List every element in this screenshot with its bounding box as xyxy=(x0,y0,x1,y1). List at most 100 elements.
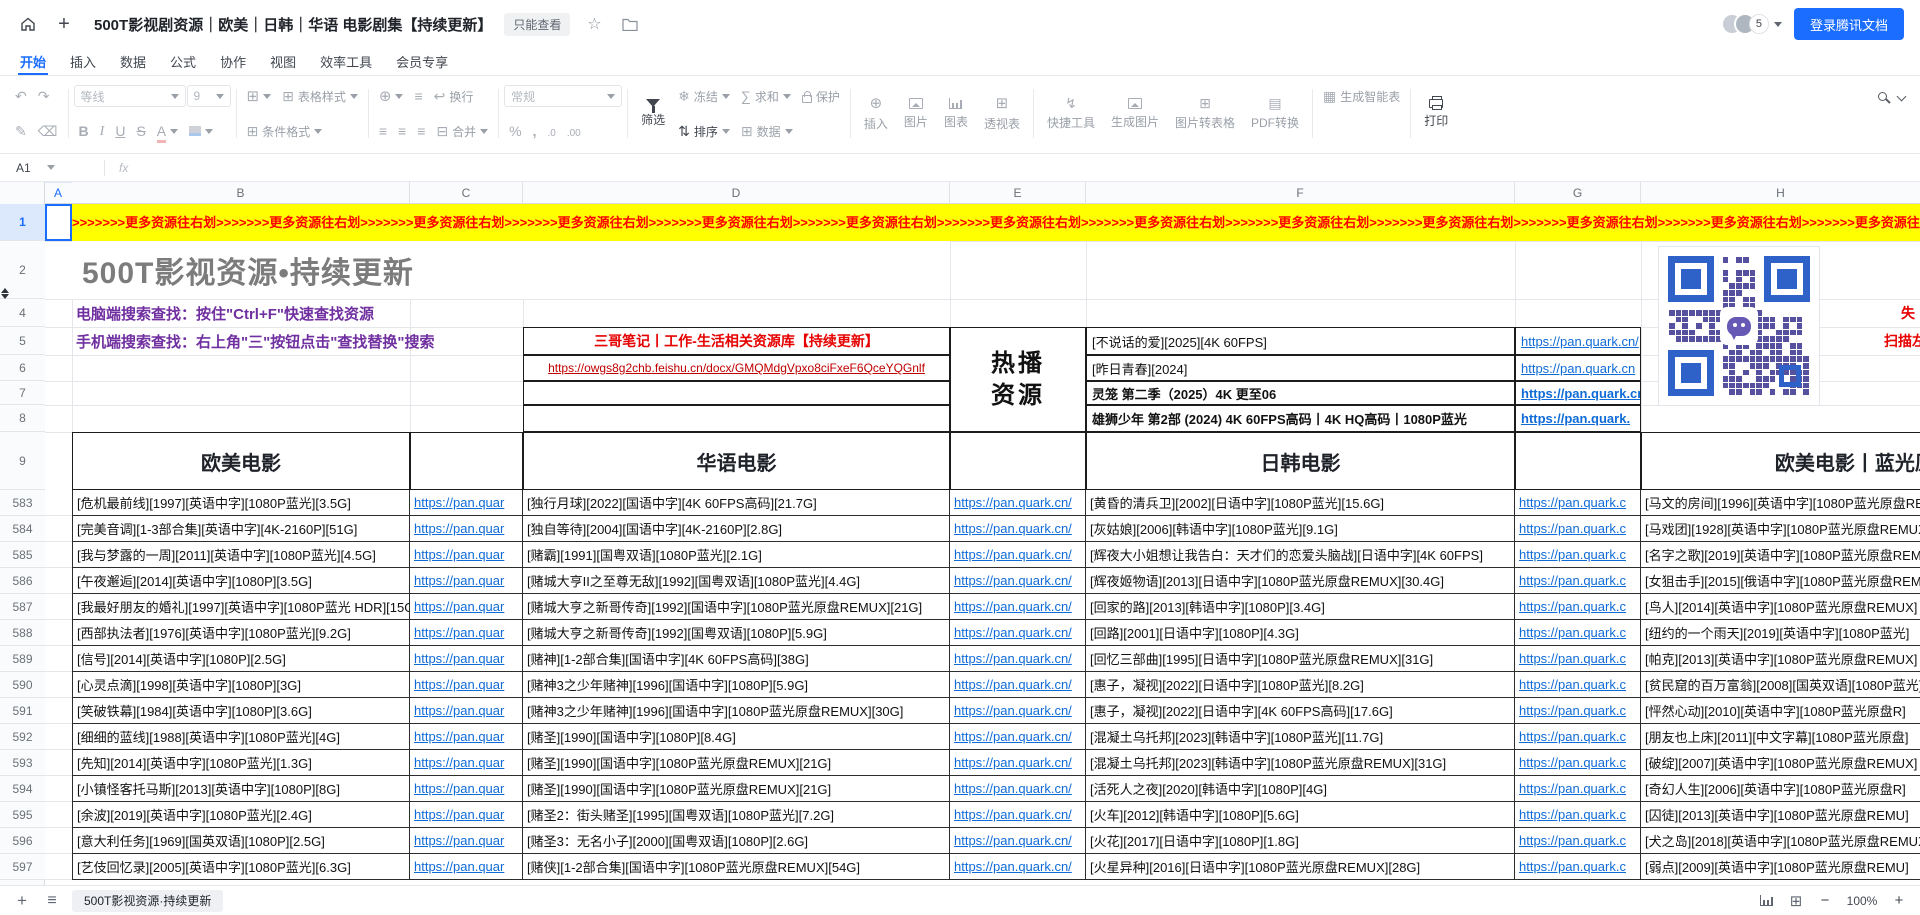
redo-icon[interactable] xyxy=(33,84,55,108)
borders-icon[interactable] xyxy=(242,84,277,108)
movie-title-cell[interactable]: [辉夜大小姐想让我告白：天才们的恋爱头脑战][日语中字][4K 60FPS] xyxy=(1086,542,1515,568)
movie-title-cell[interactable]: [奇幻人生][2006][英语中字][1080P蓝光原盘R] xyxy=(1641,776,1920,802)
empty-cell[interactable] xyxy=(410,432,523,490)
star-icon[interactable] xyxy=(582,12,606,36)
font-family-select[interactable]: 等线 xyxy=(74,85,186,107)
pan-link[interactable]: https://pan.quark.c xyxy=(1515,542,1641,568)
movie-title-cell[interactable]: [回路][2001][日语中字][1080P][4.3G] xyxy=(1086,620,1515,646)
movie-title-cell[interactable]: [赌城大亨之新哥传奇][1992][国语中字][1080P蓝光原盘REMUX][… xyxy=(523,594,950,620)
empty-cell[interactable] xyxy=(45,854,72,880)
row-number[interactable]: 586 xyxy=(0,568,45,594)
movie-title-cell[interactable]: [混凝土乌托邦][2023][韩语中字][1080P蓝光原盘REMUX][31G… xyxy=(1086,750,1515,776)
row-number[interactable]: 7 xyxy=(0,381,45,405)
empty-cell[interactable] xyxy=(45,724,72,750)
pan-link[interactable]: https://pan.quark.cn xyxy=(1515,381,1641,405)
movie-title-cell[interactable]: [笑破铁幕][1984][英语中字][1080P][3.6G] xyxy=(72,698,410,724)
empty-cell[interactable] xyxy=(45,516,72,542)
pan-link[interactable]: https://pan.quar xyxy=(410,646,523,672)
movie-title-cell[interactable]: [赌神][1-2部合集][国语中字][4K 60FPS高码][38G] xyxy=(523,646,950,672)
movie-title-cell[interactable]: [完美音调][1-3部合集][英语中字][4K-2160P][51G] xyxy=(72,516,410,542)
row-number[interactable]: 5 xyxy=(0,327,45,355)
empty-cell[interactable] xyxy=(45,620,72,646)
pan-link[interactable]: https://pan.quark.cn/ xyxy=(950,854,1086,880)
selected-cell-a1[interactable] xyxy=(45,204,72,241)
movie-title-cell[interactable]: [意大利任务][1969][国英双语][1080P][2.5G] xyxy=(72,828,410,854)
strikethrough-icon[interactable] xyxy=(131,119,150,143)
menu-insert[interactable]: 插入 xyxy=(58,48,108,75)
movie-title-cell[interactable]: [小镇怪客托马斯][2013][英语中字][1080P][8G] xyxy=(72,776,410,802)
align-right-icon[interactable] xyxy=(412,119,430,143)
pan-link[interactable]: https://pan.quark.c xyxy=(1515,776,1641,802)
movie-title-cell[interactable]: [灰姑娘][2006][韩语中字][1080P蓝光][9.1G] xyxy=(1086,516,1515,542)
pan-link[interactable]: https://pan.quark.cn/ xyxy=(950,724,1086,750)
cell-reference-box[interactable]: A1 xyxy=(0,154,104,181)
row-number[interactable]: 597 xyxy=(0,854,45,880)
row-number[interactable]: 595 xyxy=(0,802,45,828)
row-number[interactable]: 8 xyxy=(0,405,45,432)
movie-title-cell[interactable]: [赌圣3：无名小子][2000][国粤双语][1080P][2.6G] xyxy=(523,828,950,854)
empty-cell[interactable] xyxy=(1515,432,1641,490)
table-style-button[interactable]: 表格样式 xyxy=(277,84,363,108)
row-number[interactable]: 9 xyxy=(0,432,45,490)
pan-link[interactable]: https://pan.quark.c xyxy=(1515,594,1641,620)
pan-link[interactable]: https://pan.quark.c xyxy=(1515,620,1641,646)
movie-title-cell[interactable]: [黄昏的清兵卫][2002][日语中字][1080P蓝光][15.6G] xyxy=(1086,490,1515,516)
empty-cell[interactable] xyxy=(950,432,1086,490)
pan-link[interactable]: https://pan.quark.cn/ xyxy=(950,750,1086,776)
align-left-icon[interactable] xyxy=(374,119,392,143)
column-header-A[interactable]: A xyxy=(45,182,72,183)
pan-link[interactable]: https://pan.quar xyxy=(410,750,523,776)
movie-title-cell[interactable]: [我与梦露的一周][2011][英语中字][1080P蓝光][4.5G] xyxy=(72,542,410,568)
movie-title-cell[interactable]: [赌侠][1-2部合集][国语中字][1080P蓝光原盘REMUX][54G] xyxy=(523,854,950,880)
menu-view[interactable]: 视图 xyxy=(258,48,308,75)
column-header-B[interactable]: B xyxy=(72,182,410,204)
sheet-title-cell[interactable]: 500T影视资源•持续更新 xyxy=(72,241,950,299)
decrease-decimal-icon[interactable] xyxy=(542,119,560,143)
pan-link[interactable]: https://pan.quark.cn xyxy=(1515,355,1641,381)
pan-link[interactable]: https://pan.quark.cn/ xyxy=(950,828,1086,854)
column-header-D[interactable]: D xyxy=(523,182,950,204)
home-icon[interactable] xyxy=(16,12,40,36)
collapse-toolbar-icon[interactable] xyxy=(1893,84,1910,108)
menu-tools[interactable]: 效率工具 xyxy=(308,48,384,75)
movie-title-cell[interactable]: [纽约的一个雨天][2019][英语中字][1080P蓝光] xyxy=(1641,620,1920,646)
pan-link[interactable]: https://pan.quark.c xyxy=(1515,724,1641,750)
widgets-icon[interactable] xyxy=(1786,891,1806,911)
pan-link[interactable]: https://pan.quark.c xyxy=(1515,516,1641,542)
smart-table-button[interactable]: 生成智能表 xyxy=(1318,84,1405,108)
pdf-convert-button[interactable]: PDF转换 xyxy=(1243,81,1307,146)
movie-title-cell[interactable]: [回忆三部曲][1995][日语中字][1080P蓝光原盘REMUX][31G] xyxy=(1086,646,1515,672)
row-number[interactable]: 585 xyxy=(0,542,45,568)
select-all-corner[interactable] xyxy=(0,182,45,204)
empty-cell[interactable] xyxy=(45,750,72,776)
movie-title-cell[interactable]: [赌圣][1990][国语中字][1080P蓝光原盘REMUX][21G] xyxy=(523,776,950,802)
movie-title-cell[interactable]: [囚徒][2013][英语中字][1080P蓝光原盘REMU] xyxy=(1641,802,1920,828)
pan-link[interactable]: https://pan.quark. xyxy=(1515,405,1641,432)
row-number[interactable]: 596 xyxy=(0,828,45,854)
pan-link[interactable]: https://pan.quark.c xyxy=(1515,802,1641,828)
row-number[interactable]: 589 xyxy=(0,646,45,672)
movie-title-cell[interactable]: [朋友也上床][2011][中文字幕][1080P蓝光原盘] xyxy=(1641,724,1920,750)
pan-link[interactable]: https://pan.quark.cn/ xyxy=(950,542,1086,568)
movie-title-cell[interactable]: [赌圣2：街头赌圣][1995][国粤双语][1080P蓝光][7.2G] xyxy=(523,802,950,828)
font-size-select[interactable]: 9 xyxy=(187,85,231,107)
movie-title-cell[interactable]: [信号][2014][英语中字][1080P][2.5G] xyxy=(72,646,410,672)
pan-link[interactable]: https://pan.quark.c xyxy=(1515,698,1641,724)
tip-mobile-cell[interactable]: 手机端搜索查找：右上角"三"按钮点击"查找替换"搜索 xyxy=(76,327,434,355)
notes-title-cell[interactable]: 三哥笔记丨工作-生活相关资源库【持续更新】 xyxy=(523,327,950,355)
filter-button[interactable]: 筛选 xyxy=(633,81,673,146)
tip-pc-cell[interactable]: 电脑端搜索查找：按住"Ctrl+F"快速查找资源 xyxy=(76,299,374,327)
pan-link[interactable]: https://pan.quark.cn/ xyxy=(950,776,1086,802)
section-header-chinese[interactable]: 华语电影 xyxy=(523,432,950,490)
movie-title-cell[interactable]: [赌神3之少年赌神][1996][国语中字][1080P蓝光原盘REMUX][3… xyxy=(523,698,950,724)
movie-title-cell[interactable]: [火花][2017][日语中字][1080P][1.8G] xyxy=(1086,828,1515,854)
movie-title-cell[interactable]: [惠子，凝视][2022][日语中字][4K 60FPS高码][17.6G] xyxy=(1086,698,1515,724)
empty-cell[interactable] xyxy=(45,698,72,724)
movie-title-cell[interactable]: [独自等待][2004][国语中字][4K-2160P][2.8G] xyxy=(523,516,950,542)
pan-link[interactable]: https://pan.quar xyxy=(410,698,523,724)
feishu-link[interactable]: https://owgs8g2chb.feishu.cn/docx/GMQMdg… xyxy=(548,361,925,375)
pan-link[interactable]: https://pan.quark.cn/ xyxy=(950,568,1086,594)
column-header-E[interactable]: E xyxy=(950,182,1086,204)
movie-title-cell[interactable]: [火星异种][2016][日语中字][1080P蓝光原盘REMUX][28G] xyxy=(1086,854,1515,880)
column-header-H[interactable]: H xyxy=(1641,182,1920,204)
